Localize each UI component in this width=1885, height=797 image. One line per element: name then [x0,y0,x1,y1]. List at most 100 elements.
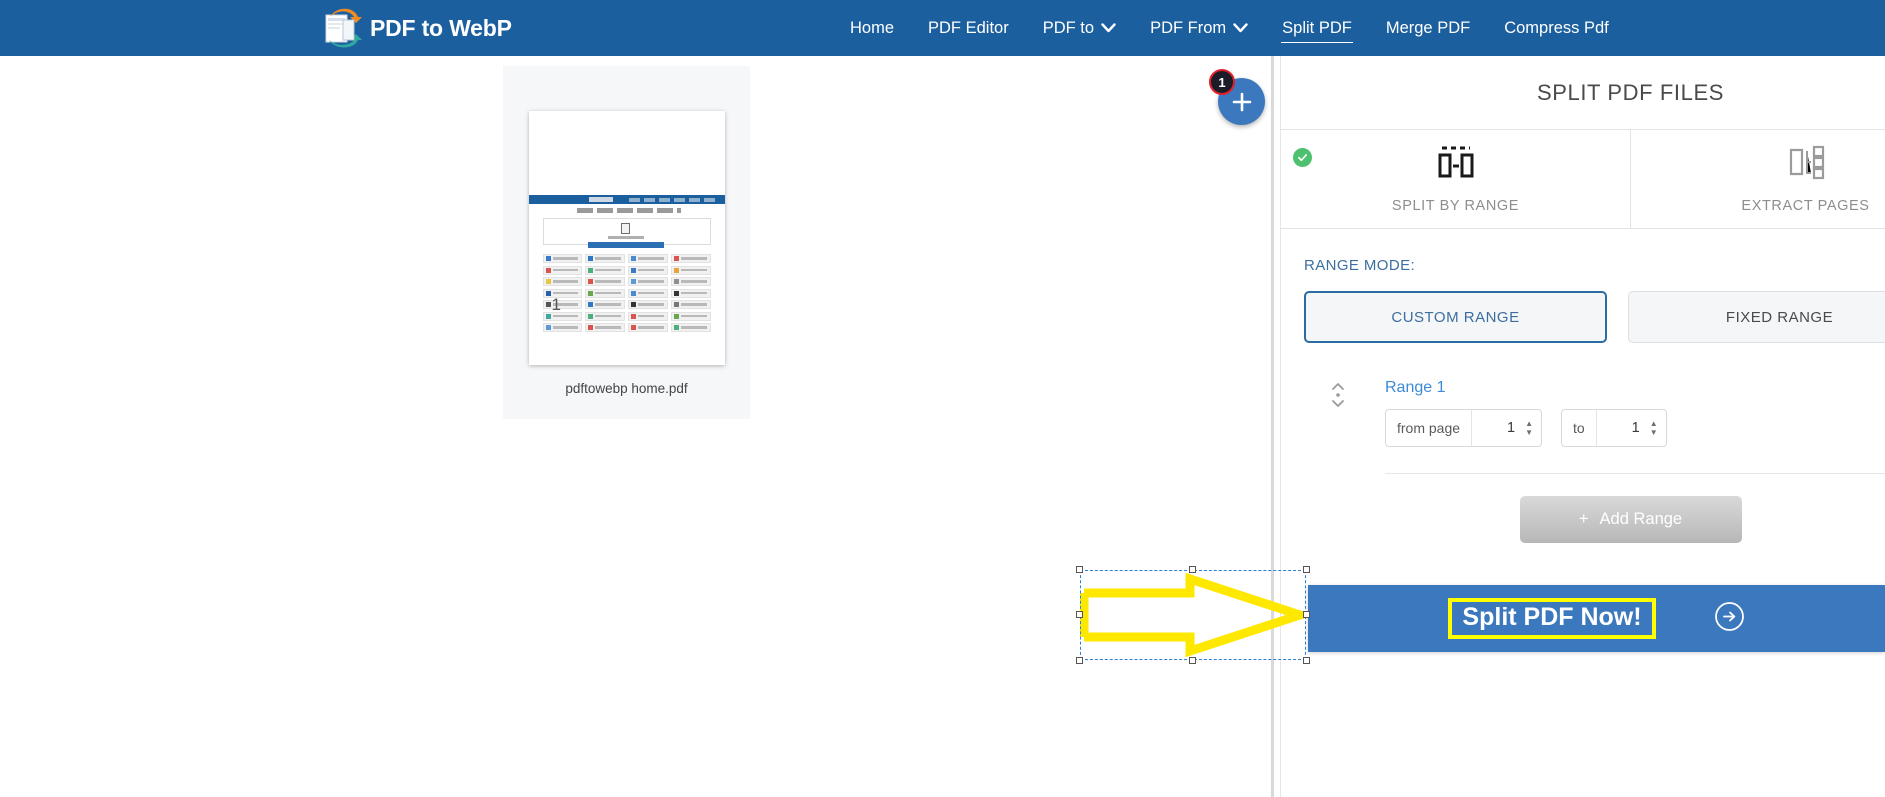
from-page-value[interactable]: 1 [1472,410,1522,446]
chevron-down-icon [1101,19,1116,38]
mini-file-icon [620,223,630,234]
mini-tool-cell [628,277,668,286]
tab-split-by-range[interactable]: SPLIT BY RANGE [1281,130,1630,228]
nav-item-label: Home [850,18,895,37]
check-circle-icon [1293,148,1312,167]
to-page-stepper[interactable]: ▲ ▼ [1647,410,1666,446]
selection-box [1080,570,1306,660]
nav-item-label: PDF Editor [928,18,1009,37]
tab-extract-pages[interactable]: EXTRACT PAGES [1630,130,1885,228]
mini-tool-cell [628,323,668,332]
nav-item-merge-pdf[interactable]: Merge PDF [1369,0,1487,56]
mini-tool-cell [585,265,625,275]
range-mode-custom-button[interactable]: CUSTOM RANGE [1304,291,1607,343]
plus-icon: + [1578,510,1589,528]
mini-tool-cell [670,323,711,332]
nav-item-compress-pdf[interactable]: Compress Pdf [1487,0,1626,56]
split-pdf-now-button[interactable]: Split PDF Now! [1308,585,1885,652]
document-workspace: 1 pdftowebp home.pdf [0,56,1272,797]
stepper-down-icon[interactable]: ▼ [1650,428,1658,436]
add-range-button[interactable]: + Add Range [1519,496,1742,543]
from-page-stepper[interactable]: ▲ ▼ [1522,410,1541,446]
nav-item-pdf-from[interactable]: PDF From [1133,0,1265,56]
mini-tool-cell [542,254,583,263]
nav-item-split-pdf[interactable]: Split PDF [1265,0,1369,56]
page-thumbnail-card[interactable]: 1 pdftowebp home.pdf [503,66,750,419]
mini-tool-cell [585,277,625,286]
resize-handle-middle-right[interactable] [1303,611,1310,618]
range-mode-option-label: CUSTOM RANGE [1391,308,1520,326]
mini-tool-cell [670,311,711,321]
add-range-label: Add Range [1599,510,1683,528]
mini-tool-cell [542,300,583,309]
split-pdf-now-label: Split PDF Now! [1448,598,1656,639]
range-divider [1385,473,1885,474]
mini-tool-cell [585,311,625,321]
resize-handle-bottom-left[interactable] [1076,657,1083,664]
mini-tool-cell [585,323,625,332]
top-navigation-bar: PDF to WebP Home PDF Editor PDF to PDF F… [0,0,1885,56]
plus-icon [1230,90,1254,114]
range-mode-section: RANGE MODE: CUSTOM RANGE FIXED RANGE [1281,229,1885,343]
mini-tool-cell [542,323,583,332]
mini-tool-cell [542,265,583,275]
mini-tool-cell [628,265,668,275]
split-pdf-panel: SPLIT PDF FILES SPLIT BY RANGE EXTRACT P… [1280,56,1885,797]
stepper-up-icon[interactable]: ▲ [1650,419,1658,427]
range-inputs: from page 1 ▲ ▼ to 1 ▲ ▼ [1385,409,1885,447]
tab-label: EXTRACT PAGES [1741,197,1870,214]
arrow-right-circle-icon [1714,601,1745,637]
up-down-reorder-icon[interactable] [1330,382,1346,408]
resize-handle-top-right[interactable] [1303,566,1310,573]
to-page-field[interactable]: to 1 ▲ ▼ [1561,409,1667,447]
file-count-badge[interactable]: 1 [1209,69,1235,95]
mini-tool-cell [542,311,583,321]
mini-page-logo [588,197,613,202]
nav-item-label: PDF to [1042,18,1095,37]
from-page-label: from page [1386,410,1473,446]
split-by-range-icon [1433,145,1479,186]
mini-tool-cell [670,300,711,309]
page-number-label: 1 [551,295,561,314]
file-count-label: 1 [1218,74,1226,90]
pdf-to-webp-logo-icon [320,8,364,48]
to-page-label: to [1562,410,1597,446]
range-name-label: Range 1 [1385,379,1446,396]
arrow-annotation[interactable] [1076,566,1315,664]
nav-item-label: Compress Pdf [1504,18,1609,37]
nav-item-pdf-to[interactable]: PDF to [1026,0,1133,56]
stepper-down-icon[interactable]: ▼ [1525,428,1533,436]
from-page-field[interactable]: from page 1 ▲ ▼ [1385,409,1543,447]
workspace-panel-divider [1271,56,1274,797]
mini-tool-cell [585,288,625,298]
page-thumbnail-preview[interactable]: 1 [528,111,725,365]
tab-label: SPLIT BY RANGE [1391,197,1520,214]
mini-tool-cell [628,311,668,321]
nav-item-label: Merge PDF [1385,18,1471,37]
panel-title: SPLIT PDF FILES [1536,79,1725,105]
range-mode-fixed-button[interactable]: FIXED RANGE [1628,291,1885,343]
resize-handle-bottom-center[interactable] [1189,657,1196,664]
brand-logo-link[interactable]: PDF to WebP [320,8,512,48]
mini-tool-cell [628,254,668,263]
nav-item-pdf-editor[interactable]: PDF Editor [911,0,1026,56]
to-page-value[interactable]: 1 [1597,410,1647,446]
mini-tool-cell [628,300,668,309]
stepper-up-icon[interactable]: ▲ [1525,419,1533,427]
resize-handle-top-left[interactable] [1076,566,1083,573]
nav-item-home[interactable]: Home [833,0,911,56]
resize-handle-top-center[interactable] [1189,566,1196,573]
brand-title: PDF to WebP [370,14,512,41]
range-row: Range 1 from page 1 ▲ ▼ to 1 ▲ ▼ [1281,343,1885,474]
mini-page-heading [576,208,681,213]
resize-handle-bottom-right[interactable] [1303,657,1310,664]
split-mode-tabs: SPLIT BY RANGE EXTRACT PAGES [1281,129,1885,229]
mini-tool-cell [542,277,583,286]
mini-tool-cell [585,254,625,263]
mini-dropzone-text [607,236,644,239]
mini-tool-cell [670,265,711,275]
mini-tool-cell [670,254,711,263]
mini-tool-cell [585,300,625,309]
range-mode-option-label: FIXED RANGE [1725,308,1834,326]
resize-handle-middle-left[interactable] [1076,611,1083,618]
